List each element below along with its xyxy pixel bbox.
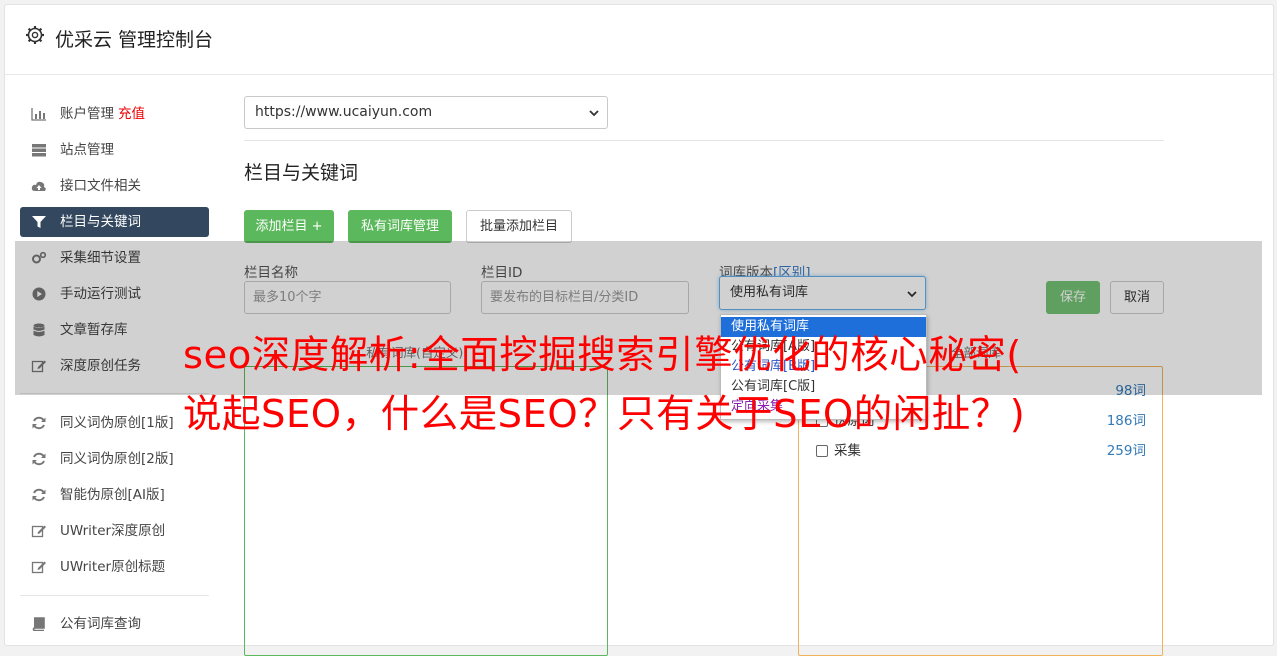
overlay-headline-line2: 说起SEO，什么是SEO？只有关于SEO的闲扯？) xyxy=(183,392,1026,437)
sidebar-item-label: 账户管理 xyxy=(60,106,114,122)
library-name: 采集 xyxy=(834,443,861,459)
overlay-headline-line1: seo深度解析:全面挖掘搜索引擎优化的核心秘密( xyxy=(183,333,1022,378)
page-header: 优采云 管理控制台 xyxy=(5,5,1273,75)
sidebar-item-account[interactable]: 账户管理 充值 xyxy=(20,99,209,129)
sidebar-item-public-lib[interactable]: 公有词库查询 xyxy=(20,609,209,639)
sidebar-item-columns-keywords[interactable]: 栏目与关键词 xyxy=(20,207,209,237)
sidebar-item-label: 公有词库查询 xyxy=(60,616,141,632)
chevron-down-icon xyxy=(589,110,599,117)
filter-icon xyxy=(32,216,46,228)
refresh-icon xyxy=(32,488,46,502)
sidebar-item-label: 智能伪原创[AI版] xyxy=(60,487,165,503)
batch-add-column-button[interactable]: 批量添加栏目 xyxy=(466,210,572,243)
library-word-count: 259词 xyxy=(1106,443,1146,459)
section-title: 栏目与关键词 xyxy=(244,162,359,184)
sidebar-item-synonym-v1[interactable]: 同义词伪原创[1版] xyxy=(20,408,209,438)
sidebar-item-label: 栏目与关键词 xyxy=(60,214,141,230)
sidebar-item-label: UWriter深度原创 xyxy=(60,523,166,539)
sidebar-divider xyxy=(20,595,209,596)
sidebar-item-ai-rewrite[interactable]: 智能伪原创[AI版] xyxy=(20,480,209,510)
sidebar-item-synonym-v2[interactable]: 同义词伪原创[2版] xyxy=(20,444,209,474)
divider xyxy=(244,140,1164,141)
edit-icon xyxy=(31,561,46,574)
sidebar-item-label: 同义词伪原创[2版] xyxy=(60,451,174,467)
edit-icon xyxy=(31,525,46,538)
refresh-icon xyxy=(32,416,46,430)
gear-icon xyxy=(26,26,44,44)
site-select-value: https://www.ucaiyun.com xyxy=(255,104,433,120)
server-icon xyxy=(32,144,46,157)
sidebar-item-label: 接口文件相关 xyxy=(60,178,141,194)
cloud-upload-icon xyxy=(31,181,46,191)
sidebar-item-label: 站点管理 xyxy=(60,142,114,158)
sidebar-item-uwriter-deep[interactable]: UWriter深度原创 xyxy=(20,516,209,546)
private-library-button[interactable]: 私有词库管理 xyxy=(348,210,452,243)
library-row[interactable]: 采集 259词 xyxy=(816,440,1146,462)
site-select[interactable]: https://www.ucaiyun.com xyxy=(244,96,608,129)
book-icon xyxy=(32,617,45,631)
bar-chart-icon xyxy=(31,108,46,121)
sidebar-item-sites[interactable]: 站点管理 xyxy=(20,135,209,165)
sidebar-item-label: 同义词伪原创[1版] xyxy=(60,415,174,431)
add-column-button[interactable]: 添加栏目 + xyxy=(244,210,334,243)
library-checkbox[interactable] xyxy=(816,445,828,457)
sidebar-item-label: UWriter原创标题 xyxy=(60,559,166,575)
sidebar-item-api-files[interactable]: 接口文件相关 xyxy=(20,171,209,201)
recharge-link[interactable]: 充值 xyxy=(118,106,145,122)
page-title: 优采云 管理控制台 xyxy=(55,29,214,51)
refresh-icon xyxy=(32,452,46,466)
sidebar-item-uwriter-title[interactable]: UWriter原创标题 xyxy=(20,552,209,582)
